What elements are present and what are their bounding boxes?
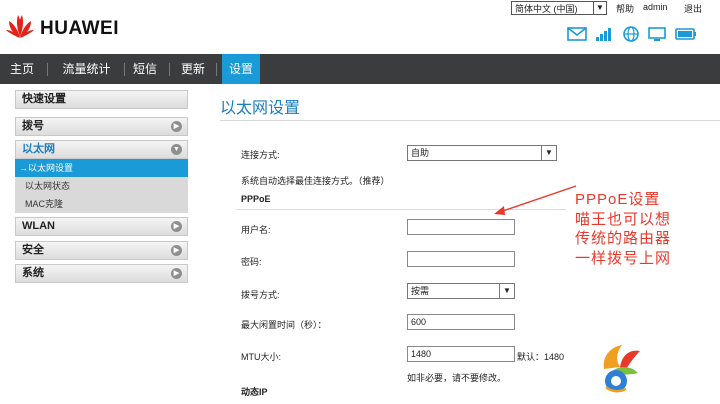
username-label: 用户名: — [241, 225, 271, 235]
help-link[interactable]: 帮助 — [616, 2, 634, 15]
nav-divider — [124, 63, 125, 76]
mtu-default-text: 默认：1480 — [517, 352, 565, 362]
sidebar-item-label: WLAN — [22, 220, 55, 232]
sidebar-item-ethernet[interactable]: 以太网 ▼ — [15, 140, 188, 159]
chevron-right-icon: ▶ — [171, 221, 182, 232]
chevron-down-icon: ▼ — [499, 284, 514, 298]
nav-item-update[interactable]: 更新 — [175, 54, 211, 84]
language-value: 简体中文 (中国) — [515, 4, 578, 14]
nav-divider — [216, 63, 217, 76]
logout-link[interactable]: 退出 — [684, 2, 702, 15]
annotation-line: 传统的路由器 — [575, 230, 672, 247]
connection-mode-value: 自助 — [411, 148, 430, 158]
nav-item-traffic[interactable]: 流量统计 — [53, 54, 120, 84]
chevron-down-icon: ▼ — [593, 2, 606, 14]
idle-time-label: 最大闲置时间（秒）： — [241, 320, 327, 330]
connection-mode-select[interactable]: 自助 ▼ — [407, 145, 557, 161]
dial-mode-select[interactable]: 按需 ▼ — [407, 283, 515, 299]
sidebar-item-wlan[interactable]: WLAN ▶ — [15, 217, 188, 236]
password-input[interactable] — [407, 251, 515, 267]
mtu-hint: 如非必要，请不要修改。 — [407, 373, 507, 383]
sidebar-item-label: 系统 — [22, 267, 44, 279]
header: HUAWEI 简体中文 (中国) ▼ 帮助 admin 退出 — [0, 0, 720, 54]
annotation-line: 一样拨号上网 — [575, 249, 672, 267]
nav-divider — [47, 63, 48, 76]
dial-mode-label: 拨号方式: — [241, 290, 280, 300]
dial-mode-value: 按需 — [411, 286, 430, 296]
sidebar-item-label: 快速设置 — [22, 93, 66, 105]
mtu-label: MTU大小: — [241, 352, 281, 362]
chevron-right-icon: ▶ — [171, 121, 182, 132]
signal-icon — [596, 28, 611, 41]
sidebar-item-label: 以太网 — [22, 143, 55, 155]
sidebar-subitem-mac-clone[interactable]: MAC克隆 — [15, 195, 188, 213]
battery-icon — [675, 28, 696, 40]
mail-icon[interactable] — [566, 26, 588, 42]
sidebar-item-label: 拨号 — [22, 120, 44, 132]
nav-item-settings[interactable]: 设置 — [222, 54, 260, 84]
brand-name: HUAWEI — [40, 18, 119, 39]
annotation-text: PPPoE设置 喵王也可以想 传统的路由器 一样拨号上网 — [575, 190, 671, 268]
chevron-right-icon: ▶ — [171, 268, 182, 279]
chevron-right-icon: ▶ — [171, 245, 182, 256]
computer-icon — [648, 27, 666, 41]
language-select[interactable]: 简体中文 (中国) ▼ — [511, 1, 607, 15]
dynamic-ip-section-heading: 动态IP — [241, 387, 268, 397]
nav-divider — [169, 63, 170, 76]
huawei-logo-icon — [6, 15, 34, 38]
annotation-line: 喵王也可以想 — [575, 210, 672, 228]
annotation-line: PPPoE设置 — [575, 191, 661, 208]
user-name: admin — [643, 2, 668, 12]
sidebar-item-dialup[interactable]: 拨号 ▶ — [15, 117, 188, 136]
chevron-down-icon: ▼ — [171, 144, 182, 155]
sidebar-subitem-ethernet-status[interactable]: 以太网状态 — [15, 177, 188, 195]
sidebar-item-security[interactable]: 安全 ▶ — [15, 241, 188, 260]
sidebar-item-system[interactable]: 系统 ▶ — [15, 264, 188, 283]
nav-item-sms[interactable]: 短信 — [127, 54, 163, 84]
mtu-input[interactable]: 1480 — [407, 346, 515, 362]
pppoe-section-heading: PPPoE — [241, 194, 271, 204]
password-label: 密码: — [241, 257, 262, 267]
chevron-down-icon: ▼ — [541, 146, 556, 160]
idle-time-input[interactable]: 600 — [407, 314, 515, 330]
nav-item-home[interactable]: 主页 — [3, 54, 41, 84]
sidebar-item-label: 安全 — [22, 244, 44, 256]
title-divider — [220, 120, 720, 121]
username-input[interactable] — [407, 219, 515, 235]
connection-hint: 系统自动选择最佳连接方式。（推荐） — [241, 176, 390, 186]
globe-icon — [623, 26, 639, 42]
main-nav: 主页 流量统计 短信 更新 设置 — [0, 54, 720, 84]
sidebar-item-quick-setup[interactable]: 快速设置 — [15, 90, 188, 109]
page-title: 以太网设置 — [220, 100, 301, 117]
connection-mode-label: 连接方式: — [241, 150, 280, 160]
sidebar-subitem-ethernet-settings[interactable]: →以太网设置 — [15, 159, 188, 177]
watermark-logo-icon — [603, 345, 640, 393]
annotation-arrow — [494, 185, 577, 215]
